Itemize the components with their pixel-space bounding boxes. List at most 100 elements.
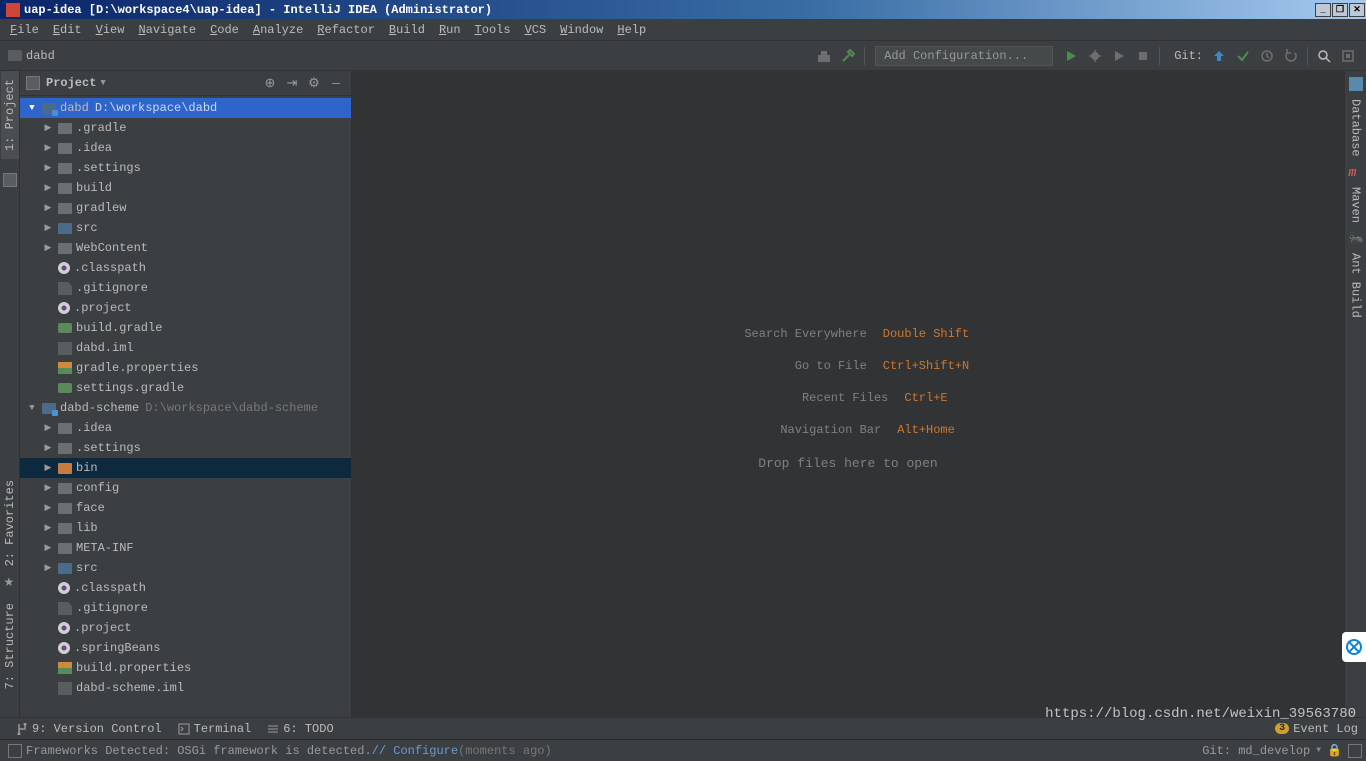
tab-database[interactable]: Database (1347, 91, 1365, 165)
menu-vcs[interactable]: VCS (519, 21, 553, 39)
panel-title[interactable]: Project (46, 76, 96, 90)
event-log-button[interactable]: 3 Event Log (1275, 722, 1358, 736)
tree-item-gradlew[interactable]: ▶gradlew (20, 198, 351, 218)
minimize-button[interactable]: _ (1315, 3, 1331, 17)
menu-analyze[interactable]: Analyze (247, 21, 309, 39)
hammer-icon[interactable] (839, 47, 857, 65)
status-configure-link[interactable]: // Configure (372, 744, 458, 758)
tree-item-.gitignore[interactable]: .gitignore (20, 598, 351, 618)
lock-icon[interactable]: 🔒 (1327, 743, 1342, 758)
tree-item-dabd.iml[interactable]: dabd.iml (20, 338, 351, 358)
tab-maven[interactable]: Maven (1347, 179, 1365, 231)
tree-item-.idea[interactable]: ▶.idea (20, 418, 351, 438)
editor-empty-state[interactable]: Search EverywhereDouble Shift Go to File… (352, 71, 1344, 717)
git-revert-button[interactable] (1282, 47, 1300, 65)
run-button[interactable] (1062, 47, 1080, 65)
window-title: uap-idea [D:\workspace4\uap-idea] - Inte… (24, 3, 1315, 17)
tree-item-dabd-scheme.iml[interactable]: dabd-scheme.iml (20, 678, 351, 698)
tree-item-bin[interactable]: ▶bin (20, 458, 351, 478)
tree-item-src[interactable]: ▶src (20, 218, 351, 238)
menu-build[interactable]: Build (383, 21, 431, 39)
tree-item-src[interactable]: ▶src (20, 558, 351, 578)
project-tree[interactable]: ▼dabdD:\workspace\dabd▶.gradle▶.idea▶.se… (20, 96, 351, 717)
project-tab-icon[interactable] (3, 173, 17, 187)
menu-view[interactable]: View (90, 21, 131, 39)
tree-item-.gradle[interactable]: ▶.gradle (20, 118, 351, 138)
tab-version-control[interactable]: 9: Version Control (8, 720, 170, 738)
menu-window[interactable]: Window (554, 21, 609, 39)
menu-help[interactable]: Help (611, 21, 652, 39)
git-branch-label[interactable]: Git: md_develop (1202, 744, 1310, 758)
tree-item-.settings[interactable]: ▶.settings (20, 438, 351, 458)
menu-file[interactable]: File (4, 21, 45, 39)
tree-item-.springBeans[interactable]: .springBeans (20, 638, 351, 658)
menu-run[interactable]: Run (433, 21, 467, 39)
git-label: Git: (1174, 49, 1203, 63)
tree-item-.classpath[interactable]: .classpath (20, 258, 351, 278)
tab-favorites[interactable]: 2: Favorites (1, 472, 19, 574)
git-history-button[interactable] (1258, 47, 1276, 65)
search-icon[interactable] (1315, 47, 1333, 65)
tree-item-.classpath[interactable]: .classpath (20, 578, 351, 598)
tree-item-config[interactable]: ▶config (20, 478, 351, 498)
tree-item-build[interactable]: ▶build (20, 178, 351, 198)
ant-icon[interactable]: 🐜 (1349, 231, 1363, 245)
tree-item-.settings[interactable]: ▶.settings (20, 158, 351, 178)
tree-item-dabd-scheme[interactable]: ▼dabd-schemeD:\workspace\dabd-scheme (20, 398, 351, 418)
menu-code[interactable]: Code (204, 21, 245, 39)
tab-terminal[interactable]: Terminal (170, 720, 260, 738)
run-config-selector[interactable]: Add Configuration... (875, 46, 1053, 66)
gear-icon[interactable]: ⚙ (305, 74, 323, 92)
tree-item-META-INF[interactable]: ▶META-INF (20, 538, 351, 558)
right-tool-gutter: Database m Maven 🐜 Ant Build (1344, 71, 1366, 717)
tree-item-.idea[interactable]: ▶.idea (20, 138, 351, 158)
hint-shortcut: Double Shift (883, 327, 969, 341)
tree-item-face[interactable]: ▶face (20, 498, 351, 518)
app-icon (6, 3, 20, 17)
tab-project[interactable]: 1: Project (1, 71, 19, 159)
tree-item-build.properties[interactable]: build.properties (20, 658, 351, 678)
tree-item-.project[interactable]: .project (20, 618, 351, 638)
tree-item-build.gradle[interactable]: build.gradle (20, 318, 351, 338)
chevron-down-icon[interactable]: ▼ (1316, 746, 1321, 755)
git-commit-button[interactable] (1234, 47, 1252, 65)
locate-icon[interactable]: ⊕ (261, 74, 279, 92)
chevron-down-icon[interactable]: ▼ (100, 78, 105, 88)
tab-todo[interactable]: 6: TODO (259, 720, 341, 738)
tool-windows-icon[interactable] (8, 744, 22, 758)
maximize-button[interactable]: ❐ (1332, 3, 1348, 17)
menu-refactor[interactable]: Refactor (311, 21, 381, 39)
window-titlebar: uap-idea [D:\workspace4\uap-idea] - Inte… (0, 0, 1366, 19)
debug-button[interactable] (1086, 47, 1104, 65)
database-icon[interactable] (1349, 77, 1363, 91)
close-button[interactable]: ✕ (1349, 3, 1365, 17)
hide-icon[interactable]: — (327, 74, 345, 92)
tree-item-gradle.properties[interactable]: gradle.properties (20, 358, 351, 378)
teamviewer-icon[interactable] (1342, 632, 1366, 662)
breadcrumb-label: dabd (26, 49, 55, 63)
menu-tools[interactable]: Tools (469, 21, 517, 39)
hint-label: Navigation Bar (741, 423, 881, 437)
hint-shortcut: Alt+Home (897, 423, 955, 437)
git-update-button[interactable] (1210, 47, 1228, 65)
tree-item-.gitignore[interactable]: .gitignore (20, 278, 351, 298)
breadcrumb[interactable]: dabd (6, 49, 55, 63)
tree-item-settings.gradle[interactable]: settings.gradle (20, 378, 351, 398)
tree-item-WebContent[interactable]: ▶WebContent (20, 238, 351, 258)
stop-button[interactable] (1134, 47, 1152, 65)
tab-structure[interactable]: 7: Structure (1, 595, 19, 697)
hint-shortcut: Ctrl+E (904, 391, 947, 405)
build-icon[interactable] (815, 47, 833, 65)
tree-item-.project[interactable]: .project (20, 298, 351, 318)
tree-item-lib[interactable]: ▶lib (20, 518, 351, 538)
inspection-icon[interactable] (1348, 744, 1362, 758)
collapse-icon[interactable]: ⇥ (283, 74, 301, 92)
maven-icon[interactable]: m (1349, 165, 1363, 179)
menu-edit[interactable]: Edit (47, 21, 88, 39)
tab-ant[interactable]: Ant Build (1347, 245, 1365, 326)
project-tool-window: Project ▼ ⊕ ⇥ ⚙ — ▼dabdD:\workspace\dabd… (20, 71, 352, 717)
tree-item-dabd[interactable]: ▼dabdD:\workspace\dabd (20, 98, 351, 118)
menu-navigate[interactable]: Navigate (132, 21, 202, 39)
run-coverage-button[interactable] (1110, 47, 1128, 65)
ide-settings-icon[interactable] (1339, 47, 1357, 65)
